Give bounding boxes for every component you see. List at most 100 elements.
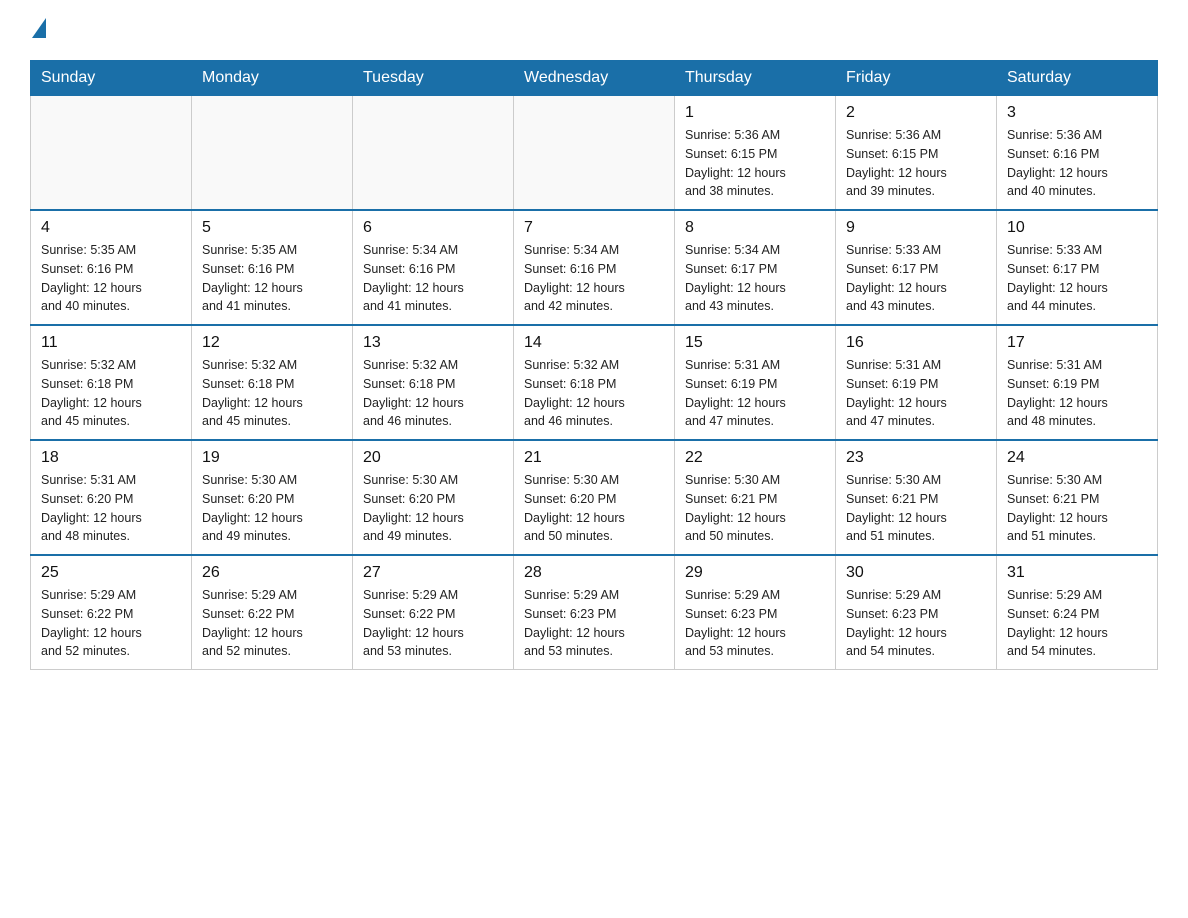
day-info: Sunrise: 5:30 AM Sunset: 6:20 PM Dayligh… [363,471,503,546]
day-info: Sunrise: 5:30 AM Sunset: 6:20 PM Dayligh… [524,471,664,546]
day-number: 29 [685,564,825,582]
day-info: Sunrise: 5:34 AM Sunset: 6:16 PM Dayligh… [363,241,503,316]
day-number: 1 [685,104,825,122]
day-number: 28 [524,564,664,582]
calendar-table: SundayMondayTuesdayWednesdayThursdayFrid… [30,60,1158,670]
day-info: Sunrise: 5:30 AM Sunset: 6:21 PM Dayligh… [846,471,986,546]
calendar-cell: 27 Sunrise: 5:29 AM Sunset: 6:22 PM Dayli… [353,555,514,670]
day-number: 7 [524,219,664,237]
calendar-cell: 8 Sunrise: 5:34 AM Sunset: 6:17 PM Daylig… [675,210,836,325]
calendar-cell: 6 Sunrise: 5:34 AM Sunset: 6:16 PM Daylig… [353,210,514,325]
day-info: Sunrise: 5:34 AM Sunset: 6:17 PM Dayligh… [685,241,825,316]
day-number: 16 [846,334,986,352]
calendar-cell: 31 Sunrise: 5:29 AM Sunset: 6:24 PM Dayli… [997,555,1158,670]
day-info: Sunrise: 5:31 AM Sunset: 6:19 PM Dayligh… [1007,356,1147,431]
calendar-cell: 4 Sunrise: 5:35 AM Sunset: 6:16 PM Daylig… [31,210,192,325]
calendar-cell: 10 Sunrise: 5:33 AM Sunset: 6:17 PM Dayli… [997,210,1158,325]
day-number: 23 [846,449,986,467]
day-info: Sunrise: 5:29 AM Sunset: 6:23 PM Dayligh… [524,586,664,661]
day-number: 31 [1007,564,1147,582]
day-info: Sunrise: 5:31 AM Sunset: 6:19 PM Dayligh… [685,356,825,431]
calendar-cell: 30 Sunrise: 5:29 AM Sunset: 6:23 PM Dayli… [836,555,997,670]
weekday-header-monday: Monday [192,61,353,96]
weekday-header-sunday: Sunday [31,61,192,96]
weekday-header-saturday: Saturday [997,61,1158,96]
calendar-cell: 21 Sunrise: 5:30 AM Sunset: 6:20 PM Dayli… [514,440,675,555]
day-info: Sunrise: 5:33 AM Sunset: 6:17 PM Dayligh… [846,241,986,316]
day-number: 25 [41,564,181,582]
calendar-cell: 15 Sunrise: 5:31 AM Sunset: 6:19 PM Dayli… [675,325,836,440]
day-number: 26 [202,564,342,582]
day-number: 8 [685,219,825,237]
day-number: 12 [202,334,342,352]
day-info: Sunrise: 5:36 AM Sunset: 6:15 PM Dayligh… [846,126,986,201]
day-number: 5 [202,219,342,237]
day-number: 17 [1007,334,1147,352]
day-number: 13 [363,334,503,352]
calendar-cell: 14 Sunrise: 5:32 AM Sunset: 6:18 PM Dayli… [514,325,675,440]
calendar-cell: 24Sunrise: 5:30 AM Sunset: 6:21 PM Dayli… [997,440,1158,555]
day-info: Sunrise: 5:32 AM Sunset: 6:18 PM Dayligh… [202,356,342,431]
day-info: Sunrise: 5:31 AM Sunset: 6:19 PM Dayligh… [846,356,986,431]
weekday-header-friday: Friday [836,61,997,96]
day-info: Sunrise: 5:31 AM Sunset: 6:20 PM Dayligh… [41,471,181,546]
calendar-cell: 16 Sunrise: 5:31 AM Sunset: 6:19 PM Dayli… [836,325,997,440]
day-info: Sunrise: 5:32 AM Sunset: 6:18 PM Dayligh… [363,356,503,431]
day-number: 27 [363,564,503,582]
weekday-header-tuesday: Tuesday [353,61,514,96]
day-number: 2 [846,104,986,122]
day-info: Sunrise: 5:30 AM Sunset: 6:20 PM Dayligh… [202,471,342,546]
logo-triangle-icon [32,18,46,38]
day-number: 6 [363,219,503,237]
weekday-header-thursday: Thursday [675,61,836,96]
day-info: Sunrise: 5:29 AM Sunset: 6:24 PM Dayligh… [1007,586,1147,661]
calendar-cell: 2 Sunrise: 5:36 AM Sunset: 6:15 PM Daylig… [836,96,997,211]
calendar-cell: 17 Sunrise: 5:31 AM Sunset: 6:19 PM Dayli… [997,325,1158,440]
calendar-cell: 26 Sunrise: 5:29 AM Sunset: 6:22 PM Dayli… [192,555,353,670]
calendar-cell: 1 Sunrise: 5:36 AM Sunset: 6:15 PM Daylig… [675,96,836,211]
day-info: Sunrise: 5:29 AM Sunset: 6:23 PM Dayligh… [685,586,825,661]
calendar-cell: 25Sunrise: 5:29 AM Sunset: 6:22 PM Dayli… [31,555,192,670]
day-number: 3 [1007,104,1147,122]
calendar-cell [31,96,192,211]
day-number: 18 [41,449,181,467]
day-number: 4 [41,219,181,237]
calendar-cell: 11 Sunrise: 5:32 AM Sunset: 6:18 PM Dayli… [31,325,192,440]
day-info: Sunrise: 5:34 AM Sunset: 6:16 PM Dayligh… [524,241,664,316]
day-number: 15 [685,334,825,352]
calendar-cell: 9 Sunrise: 5:33 AM Sunset: 6:17 PM Daylig… [836,210,997,325]
calendar-cell: 22 Sunrise: 5:30 AM Sunset: 6:21 PM Dayli… [675,440,836,555]
logo [30,20,60,40]
day-number: 10 [1007,219,1147,237]
calendar-cell: 13 Sunrise: 5:32 AM Sunset: 6:18 PM Dayli… [353,325,514,440]
day-number: 24 [1007,449,1147,467]
day-number: 21 [524,449,664,467]
day-number: 14 [524,334,664,352]
day-number: 19 [202,449,342,467]
day-number: 30 [846,564,986,582]
calendar-cell: 23 Sunrise: 5:30 AM Sunset: 6:21 PM Dayli… [836,440,997,555]
day-info: Sunrise: 5:30 AM Sunset: 6:21 PM Dayligh… [685,471,825,546]
day-info: Sunrise: 5:29 AM Sunset: 6:22 PM Dayligh… [363,586,503,661]
day-info: Sunrise: 5:35 AM Sunset: 6:16 PM Dayligh… [202,241,342,316]
calendar-cell [353,96,514,211]
day-info: Sunrise: 5:36 AM Sunset: 6:16 PM Dayligh… [1007,126,1147,201]
calendar-cell: 18 Sunrise: 5:31 AM Sunset: 6:20 PM Dayli… [31,440,192,555]
day-info: Sunrise: 5:33 AM Sunset: 6:17 PM Dayligh… [1007,241,1147,316]
calendar-cell: 20 Sunrise: 5:30 AM Sunset: 6:20 PM Dayli… [353,440,514,555]
page-header [30,20,1158,40]
day-number: 22 [685,449,825,467]
day-info: Sunrise: 5:35 AM Sunset: 6:16 PM Dayligh… [41,241,181,316]
day-info: Sunrise: 5:36 AM Sunset: 6:15 PM Dayligh… [685,126,825,201]
calendar-cell: 19 Sunrise: 5:30 AM Sunset: 6:20 PM Dayli… [192,440,353,555]
day-info: Sunrise: 5:32 AM Sunset: 6:18 PM Dayligh… [41,356,181,431]
calendar-cell: 5 Sunrise: 5:35 AM Sunset: 6:16 PM Daylig… [192,210,353,325]
day-info: Sunrise: 5:29 AM Sunset: 6:23 PM Dayligh… [846,586,986,661]
weekday-header-wednesday: Wednesday [514,61,675,96]
day-number: 11 [41,334,181,352]
calendar-cell: 29 Sunrise: 5:29 AM Sunset: 6:23 PM Dayli… [675,555,836,670]
day-number: 9 [846,219,986,237]
day-number: 20 [363,449,503,467]
day-info: Sunrise: 5:32 AM Sunset: 6:18 PM Dayligh… [524,356,664,431]
day-info: Sunrise: 5:29 AM Sunset: 6:22 PM Dayligh… [202,586,342,661]
